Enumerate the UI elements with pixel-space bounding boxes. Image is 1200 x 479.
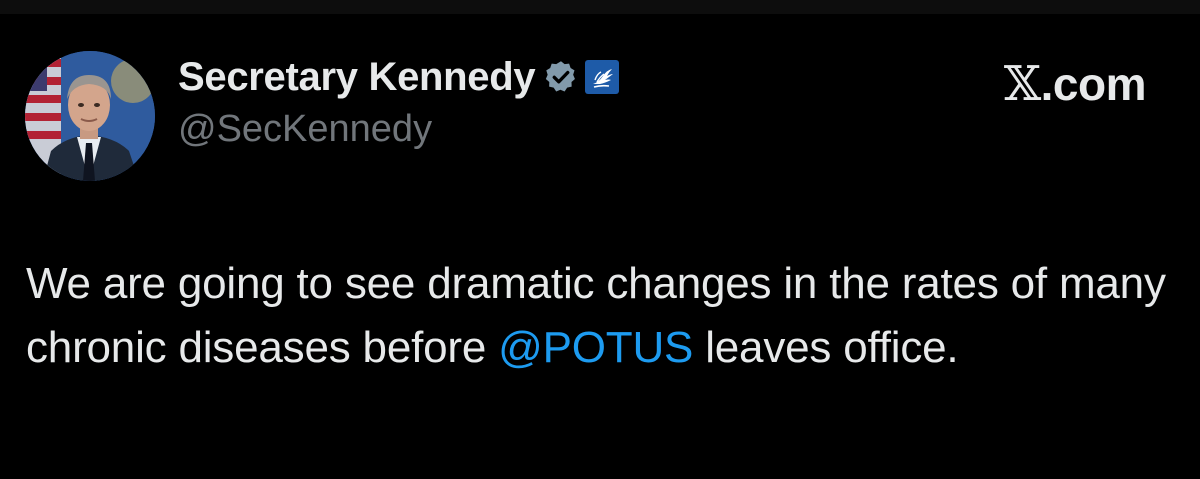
author-handle[interactable]: @SecKennedy: [178, 108, 432, 151]
avatar[interactable]: [25, 51, 155, 181]
tweet-text-after: leaves office.: [693, 323, 959, 372]
author-display-name[interactable]: Secretary Kennedy: [178, 55, 536, 100]
x-logo-icon: 𝕏: [1003, 56, 1041, 112]
avatar-image: [25, 51, 155, 181]
mention-link[interactable]: @POTUS: [498, 323, 693, 372]
author-name-row: Secretary Kennedy: [178, 54, 620, 100]
brand-suffix: .com: [1040, 58, 1147, 110]
tweet-text: We are going to see dramatic changes in …: [26, 252, 1166, 380]
tweet-card: Secretary Kennedy @SecKennedy 𝕏.com We a…: [0, 14, 1200, 479]
top-strip: [0, 0, 1200, 14]
x-com-brand: 𝕏.com: [1003, 56, 1147, 112]
verified-badge-icon[interactable]: [543, 59, 579, 95]
hhs-eagle-logo-icon[interactable]: [585, 60, 620, 94]
